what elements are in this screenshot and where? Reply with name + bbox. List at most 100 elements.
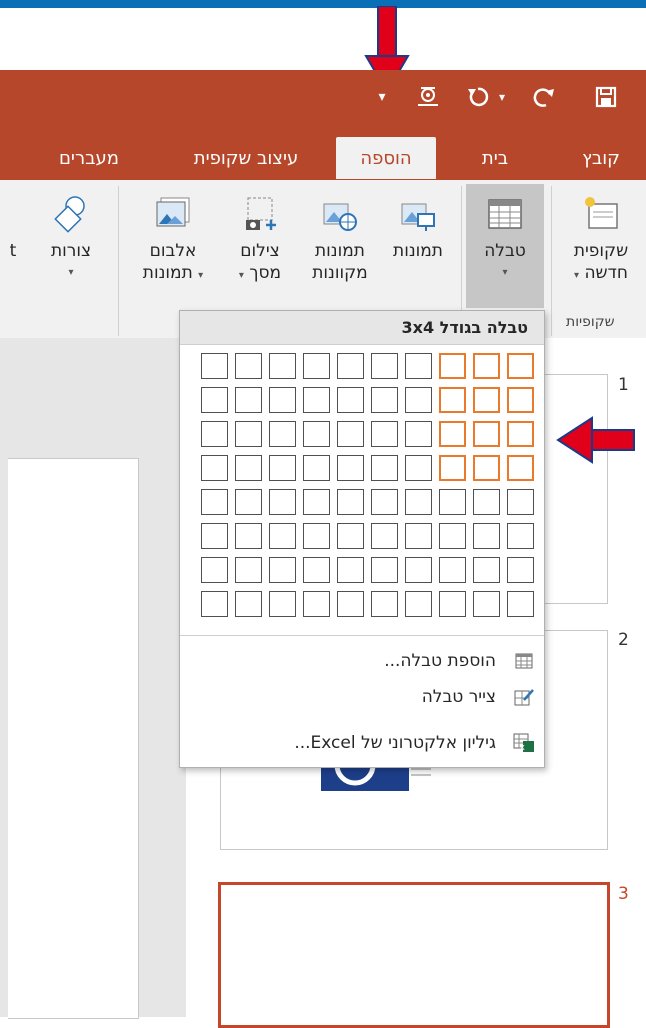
table-grid-cell[interactable] — [303, 387, 330, 413]
customize-qat-icon[interactable]: ▾ — [370, 80, 394, 114]
table-grid-cell[interactable] — [337, 353, 364, 379]
table-grid-cell[interactable] — [303, 455, 330, 481]
table-grid-cell[interactable] — [507, 353, 534, 379]
table-grid-cell[interactable] — [269, 591, 296, 617]
table-grid-cell[interactable] — [473, 523, 500, 549]
table-grid-cell[interactable] — [269, 557, 296, 583]
table-grid-cell[interactable] — [405, 353, 432, 379]
table-grid-cell[interactable] — [269, 489, 296, 515]
table-grid-cell[interactable] — [439, 353, 466, 379]
table-grid-cell[interactable] — [337, 591, 364, 617]
table-grid-cell[interactable] — [235, 421, 262, 447]
save-icon[interactable] — [588, 80, 624, 114]
table-grid-cell[interactable] — [371, 591, 398, 617]
table-grid-cell[interactable] — [201, 557, 228, 583]
insert-table-item[interactable]: הוספת טבלה... — [384, 645, 536, 677]
table-grid-cell[interactable] — [507, 591, 534, 617]
cut-off-ribbon-item[interactable]: t — [0, 184, 26, 262]
table-size-grid[interactable] — [194, 353, 534, 625]
excel-spreadsheet-item[interactable]: x גיליון אלקטרוני של Excel... — [294, 727, 536, 759]
table-grid-cell[interactable] — [439, 591, 466, 617]
table-grid-cell[interactable] — [439, 455, 466, 481]
table-grid-cell[interactable] — [473, 489, 500, 515]
table-grid-cell[interactable] — [235, 387, 262, 413]
table-grid-cell[interactable] — [269, 387, 296, 413]
table-grid-cell[interactable] — [439, 523, 466, 549]
table-grid-cell[interactable] — [371, 557, 398, 583]
table-grid-cell[interactable] — [371, 353, 398, 379]
table-grid-cell[interactable] — [303, 591, 330, 617]
table-grid-cell[interactable] — [405, 557, 432, 583]
table-grid-cell[interactable] — [507, 421, 534, 447]
table-grid-cell[interactable] — [405, 455, 432, 481]
table-grid-cell[interactable] — [371, 489, 398, 515]
tab-transitions[interactable]: מעברים — [26, 137, 152, 179]
table-grid-cell[interactable] — [405, 591, 432, 617]
table-grid-cell[interactable] — [337, 455, 364, 481]
undo-dropdown-icon[interactable]: ▾ — [494, 80, 510, 114]
table-grid-cell[interactable] — [235, 455, 262, 481]
table-grid-cell[interactable] — [405, 523, 432, 549]
tab-insert[interactable]: הוספה — [336, 137, 436, 179]
table-grid-cell[interactable] — [303, 353, 330, 379]
table-grid-cell[interactable] — [473, 387, 500, 413]
table-grid-cell[interactable] — [201, 523, 228, 549]
table-grid-cell[interactable] — [201, 387, 228, 413]
table-grid-cell[interactable] — [235, 523, 262, 549]
table-grid-cell[interactable] — [371, 421, 398, 447]
undo-icon[interactable] — [462, 80, 494, 114]
table-grid-cell[interactable] — [473, 353, 500, 379]
table-grid-cell[interactable] — [201, 489, 228, 515]
table-grid-cell[interactable] — [473, 591, 500, 617]
table-grid-cell[interactable] — [269, 353, 296, 379]
tab-file[interactable]: קובץ — [560, 137, 642, 179]
table-grid-cell[interactable] — [303, 557, 330, 583]
table-grid-cell[interactable] — [507, 489, 534, 515]
table-grid-cell[interactable] — [439, 387, 466, 413]
table-grid-cell[interactable] — [439, 557, 466, 583]
table-grid-cell[interactable] — [371, 387, 398, 413]
presenter-icon[interactable] — [410, 80, 446, 114]
table-grid-cell[interactable] — [303, 489, 330, 515]
table-grid-cell[interactable] — [405, 387, 432, 413]
table-grid-cell[interactable] — [269, 455, 296, 481]
table-grid-cell[interactable] — [269, 421, 296, 447]
table-grid-cell[interactable] — [235, 557, 262, 583]
tab-home[interactable]: בית — [450, 137, 540, 179]
table-grid-cell[interactable] — [473, 557, 500, 583]
table-grid-cell[interactable] — [235, 591, 262, 617]
table-grid-cell[interactable] — [371, 455, 398, 481]
table-grid-cell[interactable] — [337, 557, 364, 583]
tab-design[interactable]: עיצוב שקופית — [166, 137, 326, 179]
table-grid-cell[interactable] — [473, 421, 500, 447]
table-grid-cell[interactable] — [507, 387, 534, 413]
table-grid-cell[interactable] — [337, 387, 364, 413]
table-grid-cell[interactable] — [235, 489, 262, 515]
draw-table-item[interactable]: צייר טבלה — [422, 681, 536, 713]
table-grid-cell[interactable] — [439, 489, 466, 515]
slide-thumbnail-1[interactable] — [540, 374, 608, 604]
screenshot-button[interactable]: צילום מסך ▾ — [222, 184, 298, 287]
shapes-button[interactable]: צורות ▾ — [36, 184, 106, 284]
table-grid-cell[interactable] — [201, 591, 228, 617]
table-grid-cell[interactable] — [507, 455, 534, 481]
pictures-button[interactable]: תמונות — [380, 184, 456, 262]
redo-icon[interactable] — [528, 80, 560, 114]
table-grid-cell[interactable] — [201, 353, 228, 379]
table-grid-cell[interactable] — [269, 523, 296, 549]
table-grid-cell[interactable] — [337, 523, 364, 549]
table-grid-cell[interactable] — [201, 421, 228, 447]
table-grid-cell[interactable] — [405, 489, 432, 515]
table-grid-cell[interactable] — [439, 421, 466, 447]
current-slide-canvas[interactable] — [8, 458, 139, 1019]
table-grid-cell[interactable] — [303, 421, 330, 447]
photo-album-button[interactable]: אלבום ▾ תמונות — [130, 184, 216, 287]
table-grid-cell[interactable] — [507, 557, 534, 583]
table-button[interactable]: טבלה ▾ — [466, 184, 544, 308]
table-grid-cell[interactable] — [337, 489, 364, 515]
table-grid-cell[interactable] — [405, 421, 432, 447]
slide-thumbnail-3[interactable] — [218, 882, 610, 1028]
table-grid-cell[interactable] — [473, 455, 500, 481]
table-grid-cell[interactable] — [507, 523, 534, 549]
table-grid-cell[interactable] — [303, 523, 330, 549]
